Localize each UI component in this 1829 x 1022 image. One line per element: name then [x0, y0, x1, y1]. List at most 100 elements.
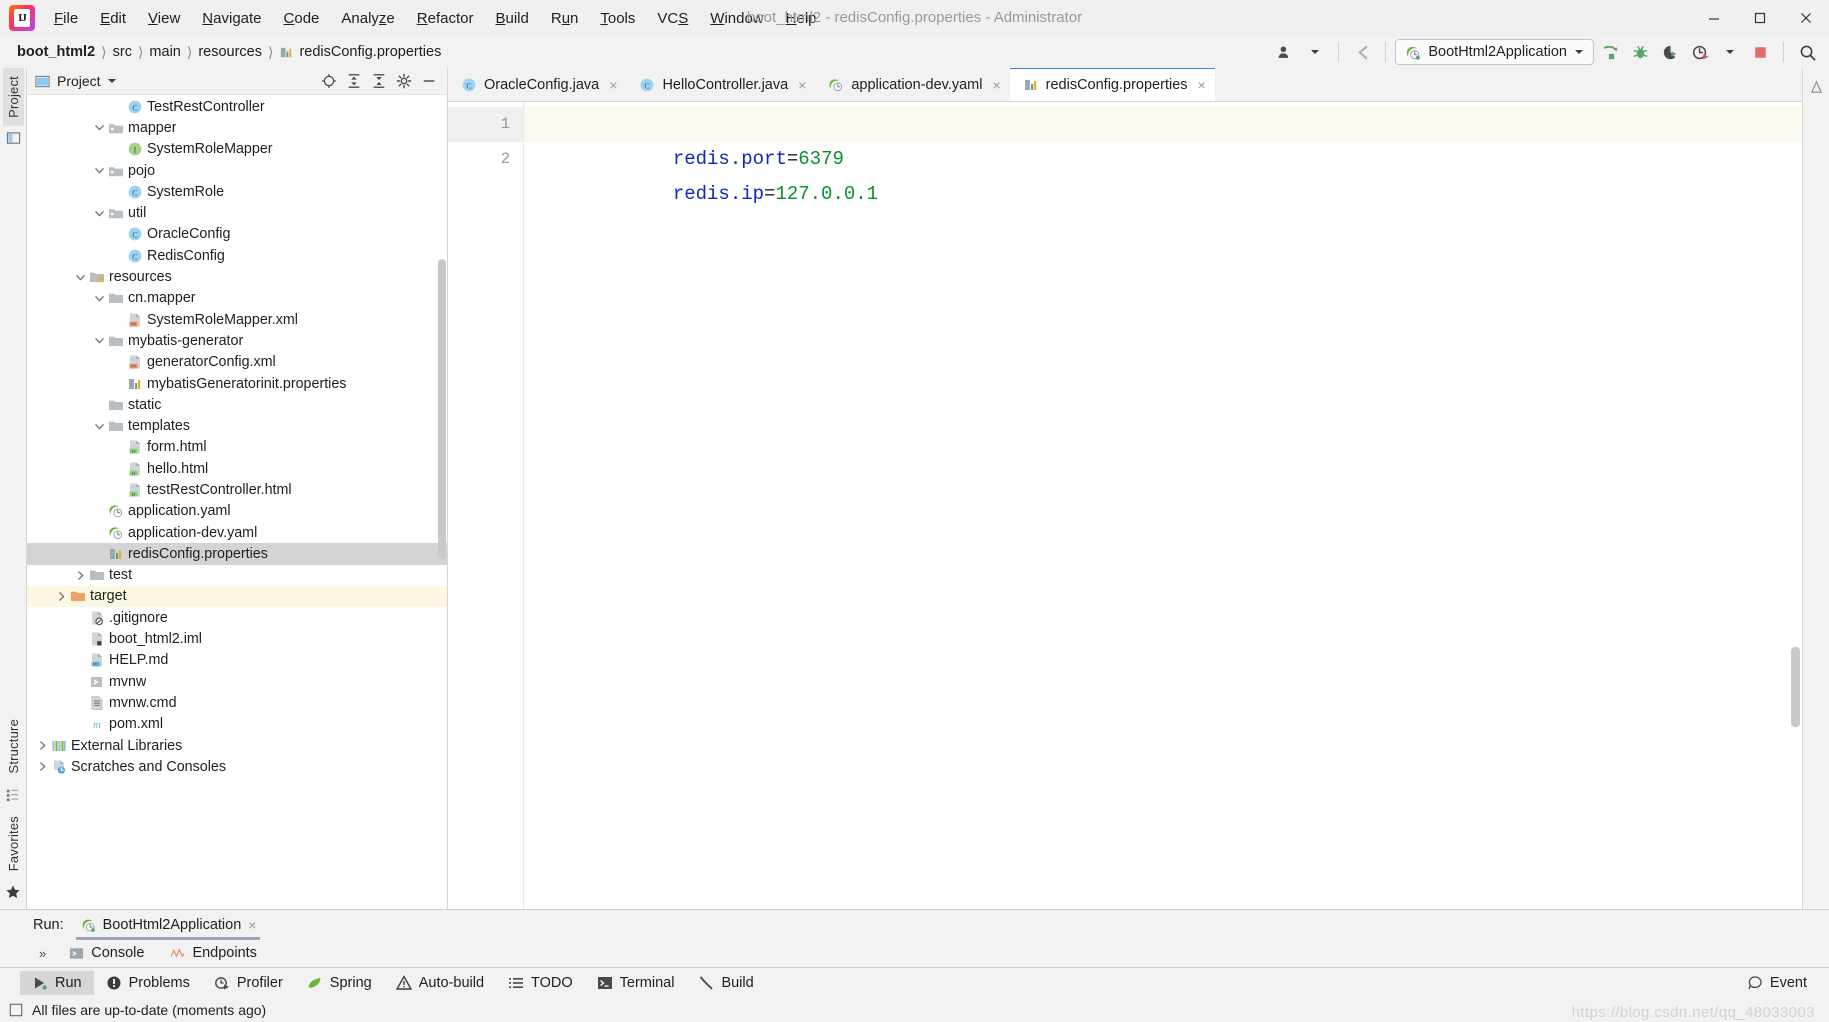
- chevron-down-icon[interactable]: [73, 270, 88, 285]
- close-icon[interactable]: [1783, 0, 1829, 36]
- breadcrumb-item-src[interactable]: src: [108, 42, 137, 62]
- structure-icon[interactable]: [4, 786, 22, 804]
- tree-node[interactable]: m pom.xml: [27, 714, 447, 735]
- editor-tab-bar[interactable]: C OracleConfig.java × C HelloController.java…: [448, 67, 1802, 102]
- project-structure-icon[interactable]: [4, 130, 22, 148]
- chevron-right-icon[interactable]: [54, 589, 69, 604]
- chevron-down-icon[interactable]: [92, 163, 107, 178]
- run-button[interactable]: [1596, 39, 1624, 65]
- expand-subtabs-icon[interactable]: »: [27, 946, 56, 961]
- editor-vertical-scrollbar[interactable]: [1791, 647, 1800, 727]
- tree-node[interactable]: util: [27, 202, 447, 223]
- tree-node[interactable]: mvnw.cmd: [27, 692, 447, 713]
- menu-navigate[interactable]: Navigate: [191, 7, 272, 30]
- tree-node[interactable]: C OracleConfig: [27, 224, 447, 245]
- close-icon[interactable]: ×: [798, 77, 806, 93]
- run-subtab-endpoints[interactable]: Endpoints: [157, 945, 270, 961]
- maximize-icon[interactable]: [1737, 0, 1783, 36]
- tree-node[interactable]: application-dev.yaml: [27, 522, 447, 543]
- maven-icon[interactable]: [1807, 78, 1825, 96]
- bottom-tab-auto-build[interactable]: Auto-build: [384, 971, 496, 995]
- debug-button[interactable]: [1626, 39, 1654, 65]
- tree-node[interactable]: HtestRestController.html: [27, 479, 447, 500]
- editor-tab[interactable]: C OracleConfig.java ×: [448, 68, 626, 101]
- run-subtab-console[interactable]: Console: [56, 945, 157, 961]
- run-tab-boothtml2application[interactable]: BootHtml2Application ×: [72, 914, 265, 940]
- chevron-down-icon[interactable]: [92, 120, 107, 135]
- star-icon[interactable]: [4, 883, 22, 901]
- tree-node[interactable]: redisConfig.properties: [27, 543, 447, 565]
- bottom-tab-run[interactable]: Run: [20, 970, 94, 995]
- menu-view[interactable]: View: [137, 7, 191, 30]
- chevron-down-icon[interactable]: [1301, 39, 1329, 65]
- tree-node[interactable]: static: [27, 394, 447, 415]
- tree-node[interactable]: mybatis-generator: [27, 330, 447, 351]
- bottom-tab-build[interactable]: Build: [686, 971, 765, 995]
- stop-button[interactable]: [1746, 39, 1774, 65]
- tree-node[interactable]: test: [27, 565, 447, 586]
- run-with-coverage-button[interactable]: [1656, 39, 1684, 65]
- tree-node[interactable]: External Libraries: [27, 735, 447, 756]
- tree-node[interactable]: templates: [27, 415, 447, 436]
- close-icon[interactable]: ×: [248, 917, 256, 933]
- bottom-tab-spring[interactable]: Spring: [295, 971, 384, 995]
- menu-analyze[interactable]: Analyze: [330, 7, 405, 30]
- bottom-tab-profiler[interactable]: Profiler: [202, 971, 295, 995]
- project-tree[interactable]: C TestRestController mapper I SystemRoleMapp…: [27, 95, 447, 909]
- collapse-all-icon[interactable]: [367, 70, 391, 92]
- chevron-down-icon[interactable]: [107, 76, 117, 86]
- editor-code[interactable]: redis.port=6379 redis.ip=127.0.0.1: [524, 102, 1802, 909]
- tree-node[interactable]: .gitignore: [27, 607, 447, 628]
- tree-node[interactable]: C TestRestController: [27, 96, 447, 117]
- chevron-down-icon[interactable]: [92, 333, 107, 348]
- editor-tab[interactable]: application-dev.yaml ×: [815, 68, 1009, 101]
- tree-node[interactable]: pojo: [27, 160, 447, 181]
- user-account-icon[interactable]: [1271, 39, 1299, 65]
- bottom-tab-terminal[interactable]: Terminal: [585, 971, 687, 995]
- scroll-from-source-target-icon[interactable]: [317, 70, 341, 92]
- close-icon[interactable]: ×: [1198, 77, 1206, 93]
- rail-tab-structure[interactable]: Structure: [3, 711, 24, 782]
- close-icon[interactable]: ×: [992, 77, 1000, 93]
- minimize-icon[interactable]: [1691, 0, 1737, 36]
- profile-dropdown-chevron-down-icon[interactable]: [1716, 39, 1744, 65]
- rail-tab-project[interactable]: Project: [2, 68, 24, 126]
- rail-tab-favorites[interactable]: Favorites: [3, 808, 24, 879]
- menu-help[interactable]: Help: [775, 7, 828, 30]
- chevron-right-icon[interactable]: [35, 738, 50, 753]
- tree-node[interactable]: Scratches and Consoles: [27, 756, 447, 777]
- tree-node[interactable]: target: [27, 585, 447, 608]
- tree-node[interactable]: Hhello.html: [27, 458, 447, 479]
- tree-node[interactable]: C RedisConfig: [27, 245, 447, 266]
- breadcrumb-item-main[interactable]: main: [144, 42, 185, 62]
- tree-node[interactable]: mybatisGeneratorinit.properties: [27, 373, 447, 394]
- breadcrumb-item-file[interactable]: redisConfig.properties: [274, 42, 446, 62]
- chevron-down-icon[interactable]: [92, 291, 107, 306]
- menu-window[interactable]: Window: [699, 7, 774, 30]
- chevron-down-icon[interactable]: [1574, 47, 1584, 57]
- menu-run[interactable]: Run: [540, 7, 590, 30]
- expand-all-icon[interactable]: [342, 70, 366, 92]
- menu-tools[interactable]: Tools: [589, 7, 646, 30]
- tree-node[interactable]: I SystemRoleMapper: [27, 139, 447, 160]
- editor-gutter[interactable]: 1 2: [448, 102, 524, 909]
- close-icon[interactable]: ×: [609, 77, 617, 93]
- tree-node[interactable]: resources: [27, 266, 447, 287]
- chevron-down-icon[interactable]: [92, 206, 107, 221]
- menu-code[interactable]: Code: [273, 7, 331, 30]
- menu-refactor[interactable]: Refactor: [406, 7, 485, 30]
- tree-node[interactable]: boot_html2.iml: [27, 628, 447, 649]
- event-log-button[interactable]: Event: [1735, 971, 1819, 995]
- menu-vcs[interactable]: VCS: [646, 7, 699, 30]
- tree-node[interactable]: C SystemRole: [27, 181, 447, 202]
- editor-tab[interactable]: redisConfig.properties ×: [1009, 67, 1215, 101]
- bottom-tab-todo[interactable]: TODO: [496, 971, 585, 995]
- tree-node[interactable]: Hform.html: [27, 437, 447, 458]
- tree-node[interactable]: MD HELP.md: [27, 650, 447, 671]
- tree-node[interactable]: <> generatorConfig.xml: [27, 352, 447, 373]
- breadcrumb-item-project[interactable]: boot_html2: [12, 42, 100, 62]
- gear-icon[interactable]: [392, 70, 416, 92]
- search-icon[interactable]: [1793, 39, 1821, 65]
- chevron-right-icon[interactable]: [73, 568, 88, 583]
- tree-node[interactable]: mapper: [27, 117, 447, 138]
